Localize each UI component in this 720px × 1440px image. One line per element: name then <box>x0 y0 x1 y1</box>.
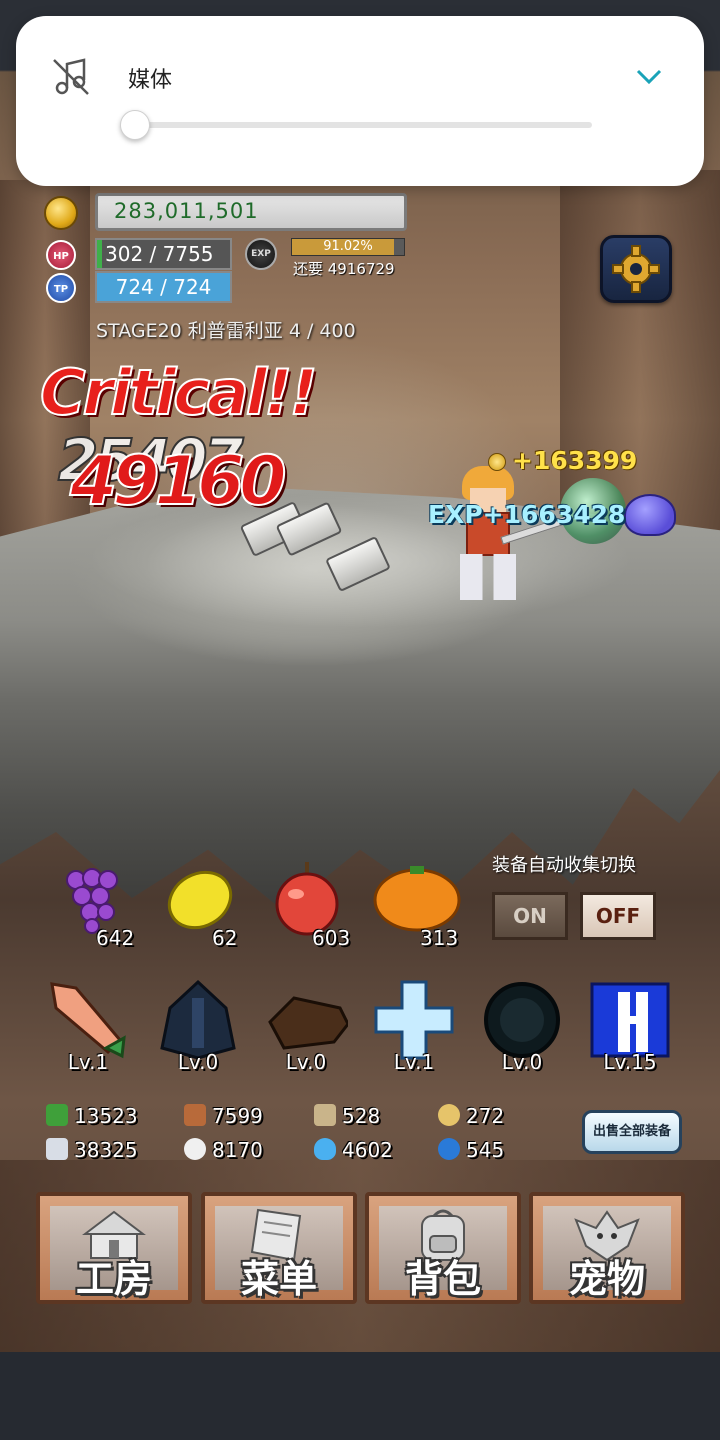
menu-label: 菜单 <box>240 1257 317 1301</box>
exp-bar: 91.02% <box>291 238 405 256</box>
backpack-label: 背包 <box>404 1257 481 1301</box>
resource-oil: 272 <box>438 1104 504 1128</box>
volume-stream-label: 媒体 <box>128 68 173 93</box>
pet-button[interactable]: 宠物 <box>529 1192 685 1304</box>
exp-remaining: 还要 4916729 <box>293 260 395 278</box>
orange-art <box>373 866 461 932</box>
gem-icon <box>438 1138 460 1160</box>
herb-icon <box>46 1104 68 1126</box>
orange-icon[interactable] <box>372 862 462 932</box>
apple-icon[interactable] <box>272 860 339 936</box>
equip-slot-cross[interactable]: Lv.1 <box>364 974 464 1074</box>
gold-counter: 283,011,501 <box>95 193 407 231</box>
stage-label: STAGE20 利普雷利亚 4 / 400 <box>96 320 356 342</box>
resource-value: 13523 <box>74 1104 138 1128</box>
resource-value: 528 <box>342 1104 381 1128</box>
game-screen[interactable]: 283,011,501 HP 302 / 7755 TP 724 / 724 E… <box>0 0 720 1352</box>
lemon-count: 62 <box>212 926 238 950</box>
auto-collect-on-button[interactable]: ON <box>492 892 568 940</box>
resource-value: 7599 <box>212 1104 263 1128</box>
equip-level: Lv.0 <box>501 1050 543 1074</box>
critical-text: Critical!! <box>39 355 319 430</box>
equip-slot-ring[interactable]: Lv.0 <box>472 974 572 1074</box>
wood-icon <box>184 1104 206 1126</box>
resource-value: 272 <box>466 1104 505 1128</box>
hp-heart-icon: HP <box>46 240 76 270</box>
resource-value: 38325 <box>74 1138 138 1162</box>
resource-value: 8170 <box>212 1138 263 1162</box>
resource-cotton: 8170 <box>184 1138 263 1162</box>
iron-ingot-icon <box>46 1138 68 1160</box>
cotton-icon <box>184 1138 206 1160</box>
backpack-button[interactable]: 背包 <box>365 1192 521 1304</box>
auto-collect-title: 装备自动收集切换 <box>492 855 636 876</box>
sell-all-equipment-button[interactable]: 出售全部装备 <box>582 1110 682 1154</box>
settings-button[interactable] <box>600 235 672 303</box>
orange-count: 313 <box>420 926 459 950</box>
tp-bar: 724 / 724 <box>95 271 232 303</box>
flame-icon <box>314 1138 336 1160</box>
menu-button[interactable]: 菜单 <box>201 1192 357 1304</box>
exp-percent: 91.02% <box>323 239 373 254</box>
gold-coin-icon <box>44 196 78 230</box>
equip-level: Lv.0 <box>177 1050 219 1074</box>
equip-level: Lv.15 <box>603 1050 657 1074</box>
grape-art <box>66 868 118 934</box>
music-muted-icon[interactable] <box>50 56 92 98</box>
branch-icon <box>314 1104 336 1126</box>
hp-bar: 302 / 7755 <box>95 238 232 270</box>
resource-iron: 38325 <box>46 1138 138 1162</box>
resource-value: 4602 <box>342 1138 393 1162</box>
coin-icon <box>488 453 506 471</box>
equip-level: Lv.0 <box>285 1050 327 1074</box>
volume-panel: 媒体 <box>16 16 704 186</box>
chevron-down-icon[interactable] <box>634 64 664 88</box>
grape-icon[interactable] <box>60 858 126 934</box>
exp-icon: EXP <box>245 238 277 270</box>
workshop-label: 工房 <box>75 1257 152 1301</box>
resource-gem: 545 <box>438 1138 504 1162</box>
workshop-button[interactable]: 工房 <box>36 1192 192 1304</box>
oil-drop-icon <box>438 1104 460 1126</box>
volume-slider-thumb[interactable] <box>120 110 150 140</box>
resource-herb: 13523 <box>46 1104 138 1128</box>
equip-slot-accessory[interactable]: Lv.15 <box>580 974 680 1074</box>
gold-gain-value: +163399 <box>512 446 638 475</box>
equip-level: Lv.1 <box>393 1050 435 1074</box>
equip-slot-armor[interactable]: Lv.0 <box>148 974 248 1074</box>
equip-slot-glove[interactable]: Lv.0 <box>256 974 356 1074</box>
equip-level: Lv.1 <box>67 1050 109 1074</box>
hero-character <box>440 466 570 606</box>
hp-text: 302 / 7755 <box>105 242 214 266</box>
apple-count: 603 <box>312 926 351 950</box>
slime-enemy <box>624 494 676 536</box>
auto-collect-off-button[interactable]: OFF <box>580 892 656 940</box>
resource-value: 545 <box>466 1138 505 1162</box>
gear-icon <box>612 245 660 293</box>
resource-flame: 4602 <box>314 1138 393 1162</box>
exp-gain: EXP+1663428 <box>428 500 626 529</box>
resource-wood: 7599 <box>184 1104 263 1128</box>
resource-branch: 528 <box>314 1104 380 1128</box>
hero-legs <box>460 554 516 600</box>
tp-heart-icon: TP <box>46 273 76 303</box>
lemon-art <box>167 870 233 930</box>
damage-number: 49160 <box>69 441 288 522</box>
apple-art <box>275 862 339 936</box>
grape-count: 642 <box>96 926 135 950</box>
equip-slot-sword[interactable]: Lv.1 <box>38 974 138 1074</box>
pet-label: 宠物 <box>568 1257 645 1301</box>
gold-gain: +163399 <box>488 446 637 475</box>
volume-slider-track[interactable] <box>134 122 592 128</box>
hp-fill <box>97 240 103 268</box>
